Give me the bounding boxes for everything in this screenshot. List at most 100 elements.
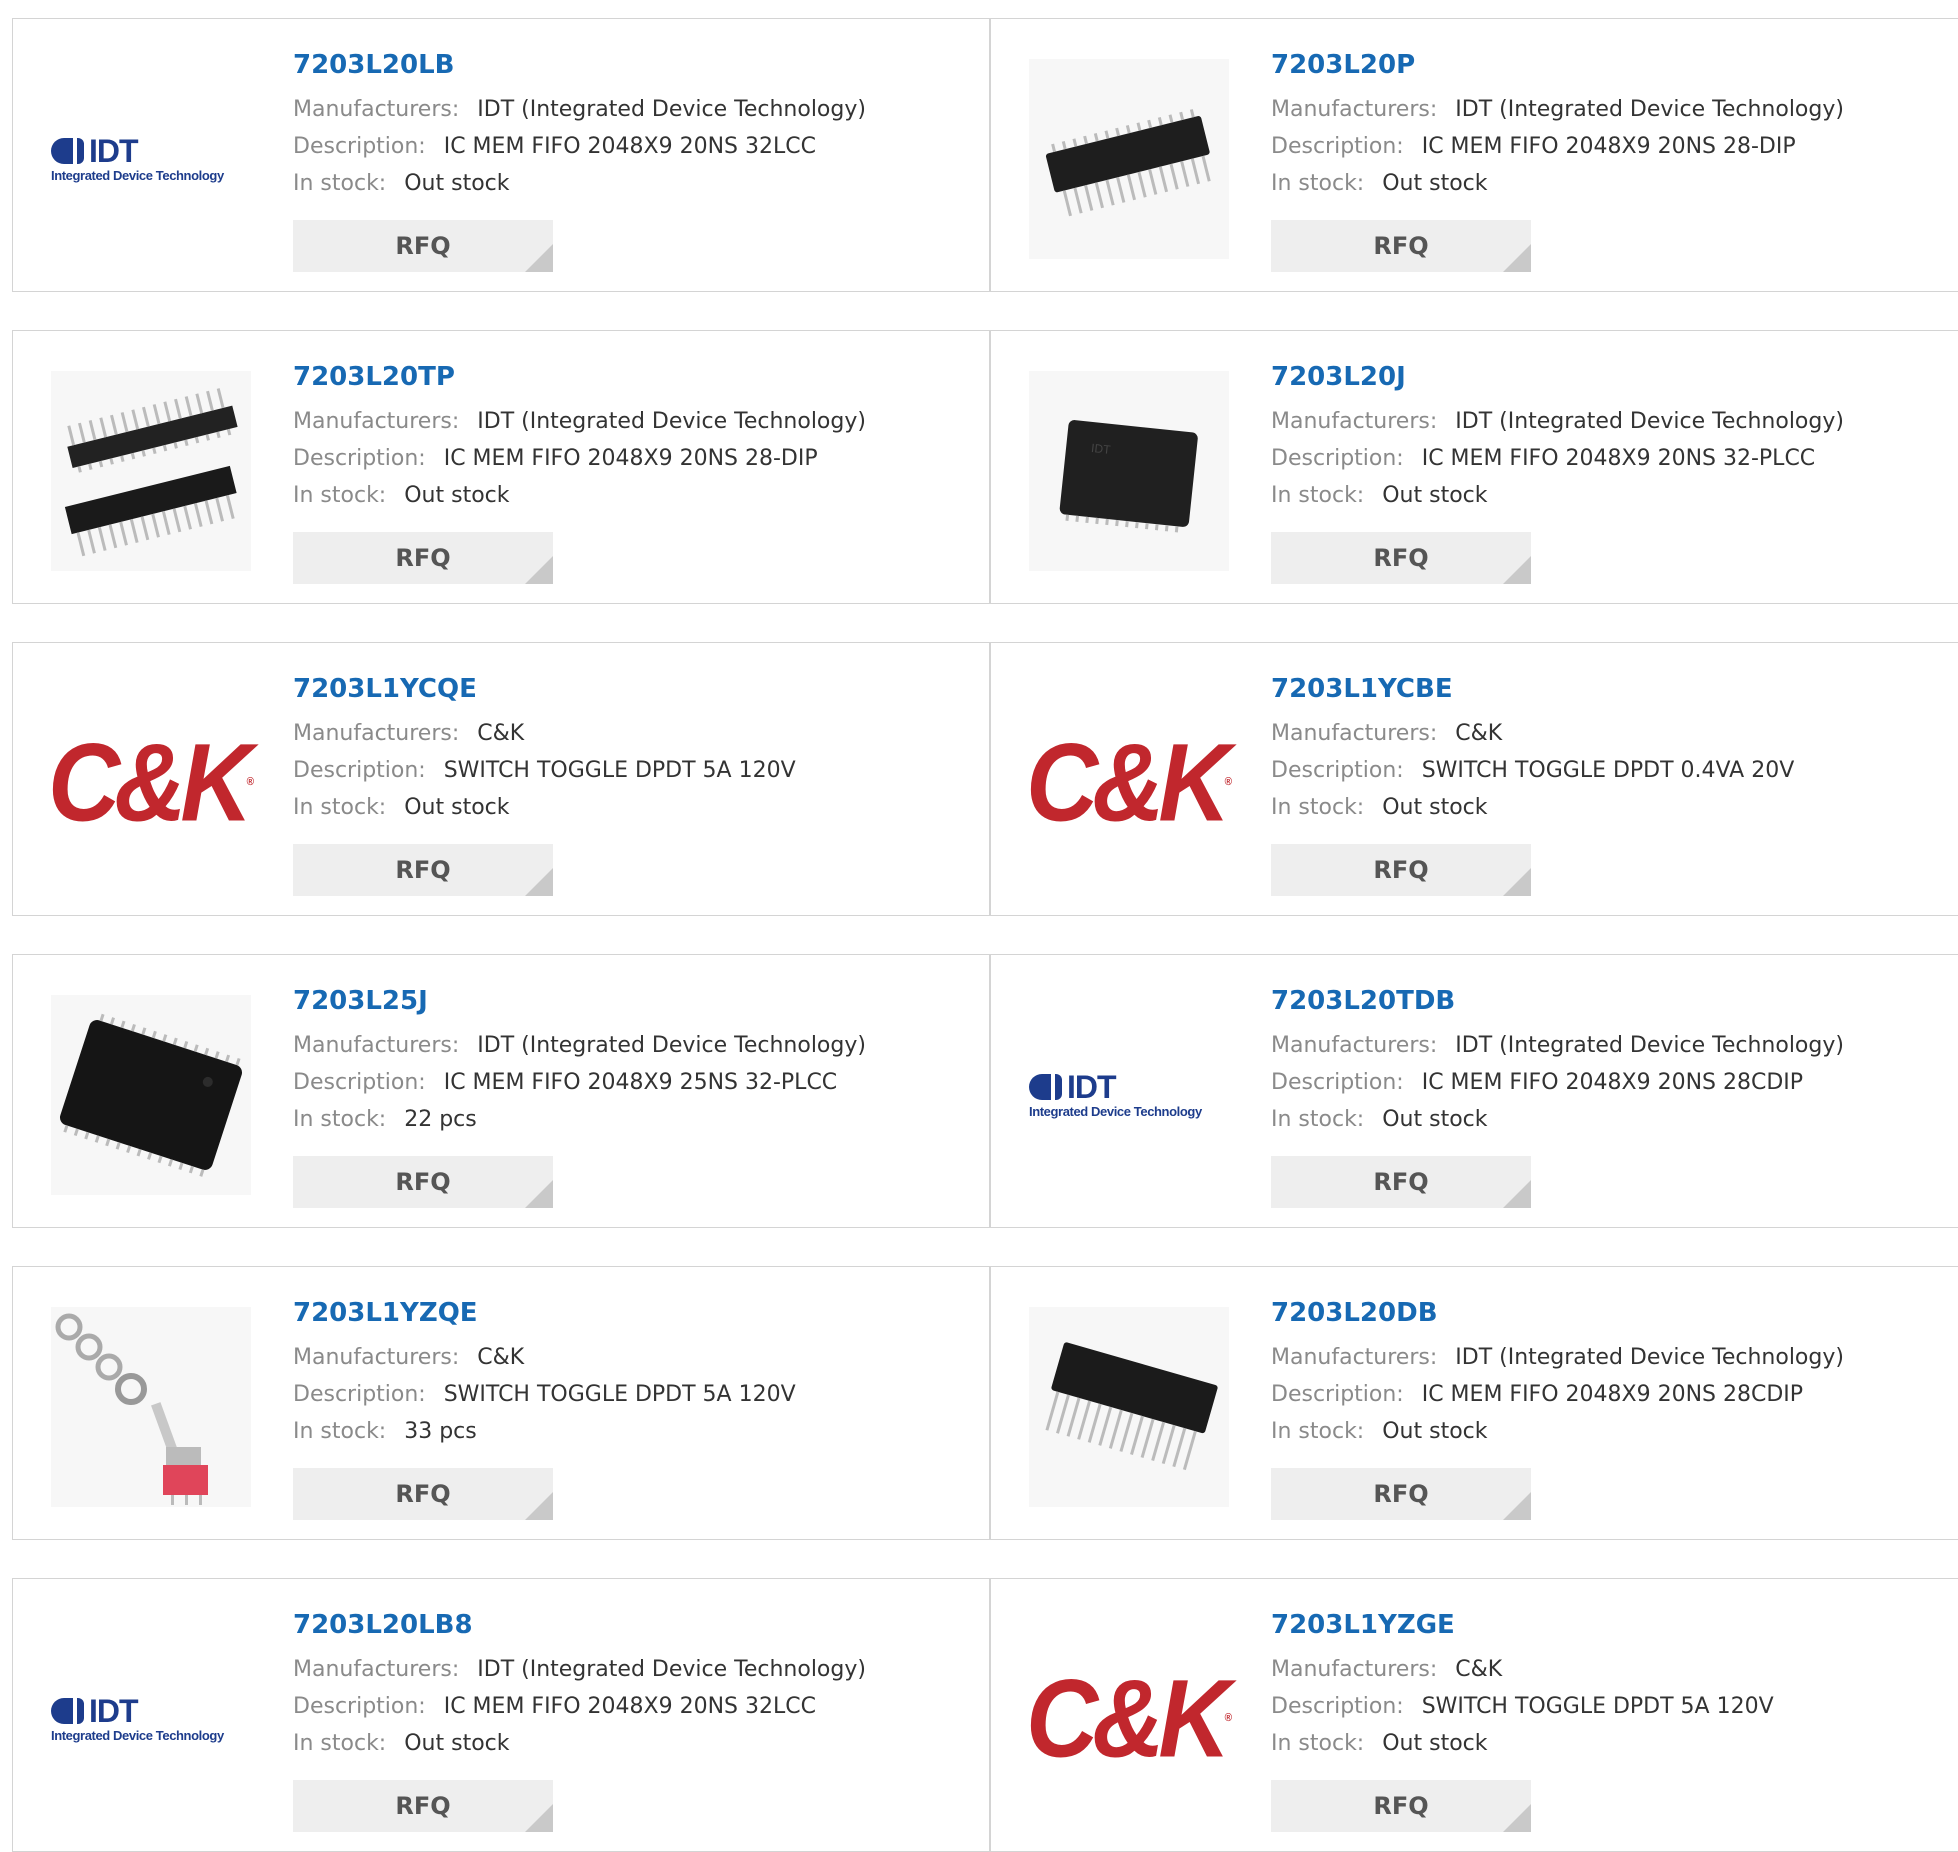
stock-label: In stock: [1271,1107,1364,1132]
rfq-button[interactable]: RFQ [293,1156,553,1208]
product-image[interactable]: IDT Integrated Device Technology [51,59,251,259]
product-image[interactable]: C&K® [1029,1619,1229,1819]
part-number-link[interactable]: 7203L1YCQE [293,673,796,705]
part-number-link[interactable]: 7203L20DB [1271,1297,1844,1329]
stock-row: In stock:Out stock [293,477,866,514]
stock-value: Out stock [1382,795,1487,820]
product-image[interactable]: IDT [1029,371,1229,571]
manufacturer-row: Manufacturers: IDT (Integrated Device Tec… [1271,1339,1844,1376]
rfq-button[interactable]: RFQ [293,844,553,896]
description-value: IC MEM FIFO 2048X9 20NS 32LCC [444,1694,816,1719]
manufacturer-value: IDT (Integrated Device Technology) [477,97,866,122]
description-label: Description: [293,758,426,783]
product-image[interactable]: IDT Integrated Device Technology [51,1619,251,1819]
product-image[interactable]: C&K® [51,683,251,883]
description-value: IC MEM FIFO 2048X9 20NS 28CDIP [1422,1382,1803,1407]
rfq-button[interactable]: RFQ [1271,220,1531,272]
product-image[interactable] [51,1307,251,1507]
description-label: Description: [1271,1694,1404,1719]
part-number-link[interactable]: 7203L20TDB [1271,985,1844,1017]
product-image[interactable] [51,995,251,1195]
product-info: 7203L20LB8 Manufacturers:IDT (Integrated… [293,1609,866,1762]
product-info: 7203L1YCBE Manufacturers:C&K Description… [1271,673,1794,826]
ck-logo-text: C&K [1026,721,1225,844]
part-number-link[interactable]: 7203L1YZQE [293,1297,796,1329]
part-number-link[interactable]: 7203L20J [1271,361,1844,393]
product-info: 7203L20DB Manufacturers: IDT (Integrated … [1271,1297,1844,1450]
stock-value: Out stock [1382,1419,1487,1444]
stock-value: Out stock [1382,171,1487,196]
part-number-link[interactable]: 7203L1YCBE [1271,673,1794,705]
description-label: Description: [293,446,426,471]
manufacturer-label: Manufacturers: [1271,721,1437,746]
rfq-button[interactable]: RFQ [1271,532,1531,584]
product-image[interactable] [1029,59,1229,259]
ck-logo-text: C&K [48,721,247,844]
rfq-corner-decoration [525,1180,553,1208]
part-number-link[interactable]: 7203L20TP [293,361,866,393]
stock-value: Out stock [404,1731,509,1756]
idt-logo-subtitle: Integrated Device Technology [51,168,251,183]
product-image[interactable] [1029,1307,1229,1507]
part-number-link[interactable]: 7203L20LB8 [293,1609,866,1641]
description-value: SWITCH TOGGLE DPDT 5A 120V [444,1382,796,1407]
rfq-button[interactable]: RFQ [1271,1156,1531,1208]
description-value: SWITCH TOGGLE DPDT 0.4VA 20V [1422,758,1795,783]
description-label: Description: [1271,446,1404,471]
manufacturer-row: Manufacturers:IDT (Integrated Device Tec… [1271,1027,1844,1064]
description-value: SWITCH TOGGLE DPDT 5A 120V [1422,1694,1774,1719]
manufacturer-label: Manufacturers: [1271,1033,1437,1058]
product-card: 7203L25J Manufacturers:IDT (Integrated D… [12,954,990,1228]
rfq-button[interactable]: RFQ [1271,1780,1531,1832]
product-card: IDT 7203L20J Manufacturers:IDT (Integrat… [990,330,1958,604]
rfq-label: RFQ [1373,544,1428,572]
manufacturer-label: Manufacturers: [293,97,459,122]
rfq-corner-decoration [1503,556,1531,584]
description-label: Description: [293,1382,426,1407]
stock-value: 33 pcs [404,1419,477,1444]
dip-pair-image [51,371,251,571]
manufacturer-value: C&K [477,721,524,746]
stock-label: In stock: [293,1419,386,1444]
stock-row: In stock:22 pcs [293,1101,866,1138]
product-image[interactable] [51,371,251,571]
description-value: IC MEM FIFO 2048X9 20NS 28CDIP [1422,1070,1803,1095]
stock-label: In stock: [1271,795,1364,820]
rfq-corner-decoration [1503,1180,1531,1208]
rfq-label: RFQ [1373,856,1428,884]
rfq-button[interactable]: RFQ [293,532,553,584]
manufacturer-row: Manufacturers:C&K [1271,1651,1774,1688]
stock-label: In stock: [293,795,386,820]
product-card: C&K® 7203L1YCQE Manufacturers:C&K Descri… [12,642,990,916]
stock-label: In stock: [1271,1419,1364,1444]
description-label: Description: [1271,1382,1404,1407]
ck-logo: C&K® [1026,728,1232,838]
manufacturer-value: C&K [1455,721,1502,746]
ck-logo-text: C&K [1026,1657,1225,1780]
product-card: IDT Integrated Device Technology 7203L20… [12,1578,990,1852]
manufacturer-row: Manufacturers: C&K [1271,715,1794,752]
rfq-button[interactable]: RFQ [293,1468,553,1520]
manufacturer-label: Manufacturers: [1271,1345,1437,1370]
product-image[interactable]: C&K® [1029,683,1229,883]
manufacturer-value: IDT (Integrated Device Technology) [1455,1345,1844,1370]
product-card: 7203L1YZQE Manufacturers:C&K Description… [12,1266,990,1540]
part-number-link[interactable]: 7203L1YZGE [1271,1609,1774,1641]
rfq-button[interactable]: RFQ [1271,844,1531,896]
rfq-button[interactable]: RFQ [293,220,553,272]
rfq-button[interactable]: RFQ [1271,1468,1531,1520]
part-number-link[interactable]: 7203L25J [293,985,866,1017]
manufacturer-label: Manufacturers: [293,1033,459,1058]
idt-logo-text: IDT [89,1696,138,1726]
part-number-link[interactable]: 7203L20LB [293,49,866,81]
description-row: Description:SWITCH TOGGLE DPDT 5A 120V [293,752,796,789]
description-row: Description:IC MEM FIFO 2048X9 20NS 28CD… [1271,1064,1844,1101]
product-image[interactable]: IDT Integrated Device Technology [1029,995,1229,1195]
dip-chip-image [1029,59,1229,259]
stock-label: In stock: [293,1731,386,1756]
rfq-corner-decoration [525,244,553,272]
idt-logo-text: IDT [89,136,138,166]
stock-row: In stock: Out stock [1271,789,1794,826]
rfq-button[interactable]: RFQ [293,1780,553,1832]
part-number-link[interactable]: 7203L20P [1271,49,1844,81]
